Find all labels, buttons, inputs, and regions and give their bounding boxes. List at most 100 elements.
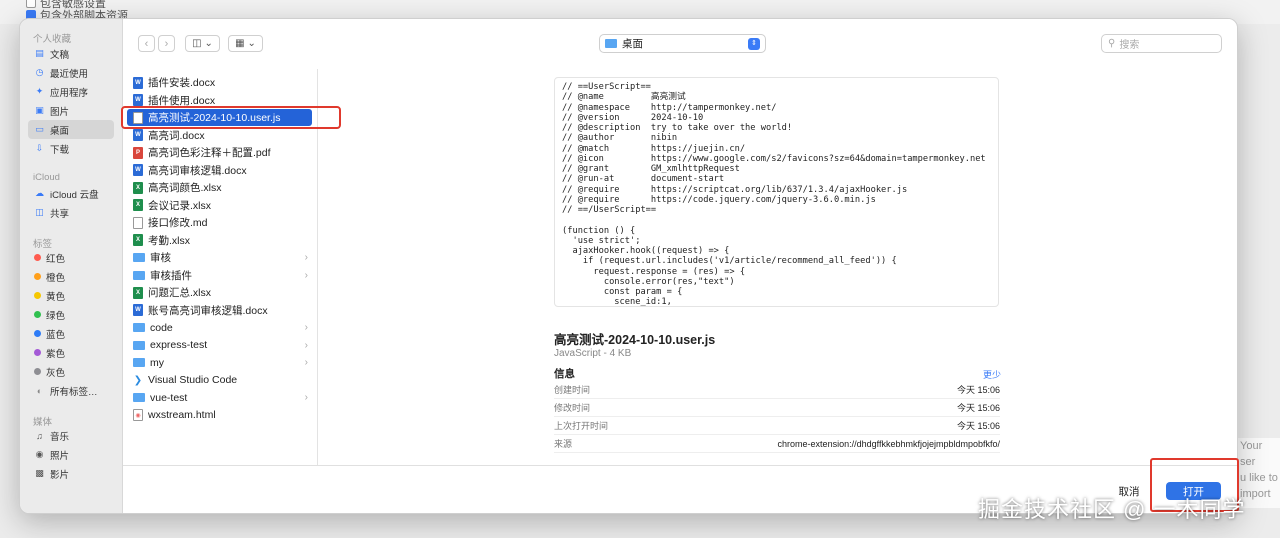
sidebar-item-downloads[interactable]: ⇩ 下载 bbox=[28, 139, 114, 158]
yellow-tag-dot-icon bbox=[34, 292, 41, 299]
group-view-button[interactable]: ▦ ⌄ bbox=[228, 35, 263, 52]
sidebar-item-tag-green[interactable]: 绿色 bbox=[28, 305, 114, 324]
file-name: 审核插件 bbox=[150, 269, 192, 282]
chevron-right-icon: › bbox=[304, 357, 308, 368]
bg-side-text: u like to bbox=[1240, 472, 1278, 484]
preview-file-title: 高亮测试-2024-10-10.user.js bbox=[554, 333, 716, 347]
sidebar-item-tag-gray[interactable]: 灰色 bbox=[28, 362, 114, 381]
sidebar-item-tag-purple[interactable]: 紫色 bbox=[28, 343, 114, 362]
sidebar: 个人收藏 ▤ 文稿 ◷ 最近使用 ✦ 应用程序 ▣ 图片 ▭ 桌面 ⇩ 下载 i… bbox=[20, 19, 123, 513]
excel-file-icon: X bbox=[133, 199, 143, 211]
file-name: vue-test bbox=[150, 391, 188, 404]
info-row-created: 创建时间 今天 15:06 bbox=[554, 381, 1000, 399]
excel-file-icon: X bbox=[133, 286, 143, 299]
file-name: 审核 bbox=[150, 252, 171, 264]
file-name: 插件安装.docx bbox=[148, 77, 216, 89]
file-row[interactable]: ◉ wxstream.html bbox=[127, 407, 312, 424]
folder-icon bbox=[133, 323, 145, 332]
folder-row[interactable]: express-test › bbox=[127, 337, 312, 354]
file-row[interactable]: X 高亮词颜色.xlsx bbox=[127, 179, 312, 196]
back-button[interactable]: ‹ bbox=[138, 35, 155, 52]
file-row[interactable]: X 会议记录.xlsx bbox=[127, 197, 312, 214]
sidebar-item-documents[interactable]: ▤ 文稿 bbox=[28, 44, 114, 63]
preview-pane: // ==UserScript== // @name 高亮测试 // @name… bbox=[318, 69, 1237, 465]
vscode-app-icon: ❯ bbox=[133, 374, 143, 386]
sidebar-item-icloud-drive[interactable]: ☁ iCloud 云盘 bbox=[28, 184, 114, 203]
file-name: 高亮词审核逻辑.docx bbox=[148, 164, 247, 177]
info-value: chrome-extension://dhdgffkkebhmkfjojejmp… bbox=[777, 438, 1000, 449]
folder-row[interactable]: vue-test › bbox=[127, 389, 312, 406]
sidebar-item-recents[interactable]: ◷ 最近使用 bbox=[28, 63, 114, 82]
sidebar-item-label: 橙色 bbox=[46, 272, 66, 284]
sidebar-item-music[interactable]: ♫ 音乐 bbox=[28, 426, 114, 445]
toolbar: ‹ › ◫ ⌄ ▦ ⌄ 桌面 ⇕ ⚲ 搜索 bbox=[123, 19, 1237, 67]
file-row[interactable]: X 考勤.xlsx bbox=[127, 232, 312, 249]
gray-tag-dot-icon bbox=[34, 368, 41, 375]
folder-icon bbox=[133, 393, 145, 402]
sidebar-item-pictures[interactable]: ▣ 图片 bbox=[28, 101, 114, 120]
show-less-link[interactable]: 更少 bbox=[983, 368, 1001, 381]
download-icon: ⇩ bbox=[35, 143, 44, 153]
file-name: 会议记录.xlsx bbox=[148, 199, 211, 212]
file-row[interactable]: W 高亮词.docx bbox=[127, 127, 312, 144]
chevron-right-icon: › bbox=[304, 252, 308, 263]
sidebar-item-label: 影片 bbox=[50, 469, 70, 481]
chevron-right-icon: › bbox=[304, 339, 308, 351]
sidebar-item-label: 最近使用 bbox=[50, 68, 89, 80]
file-name: my bbox=[150, 356, 164, 369]
sidebar-item-tag-yellow[interactable]: 黄色 bbox=[28, 286, 114, 305]
folder-icon bbox=[605, 39, 617, 48]
info-heading: 信息 bbox=[554, 368, 575, 380]
blue-tag-dot-icon bbox=[34, 330, 41, 337]
sidebar-item-tag-orange[interactable]: 橙色 bbox=[28, 267, 114, 286]
location-select[interactable]: 桌面 ⇕ bbox=[599, 34, 766, 53]
info-key: 创建时间 bbox=[554, 385, 591, 395]
sidebar-section-title: 个人收藏 bbox=[33, 34, 72, 45]
sidebar-item-tag-red[interactable]: 红色 bbox=[28, 248, 114, 267]
column-view-button[interactable]: ◫ ⌄ bbox=[185, 35, 220, 52]
search-placeholder: 搜索 bbox=[1119, 40, 1140, 51]
word-file-icon: W bbox=[133, 129, 143, 141]
file-name: 考勤.xlsx bbox=[148, 234, 190, 247]
file-name: express-test bbox=[150, 339, 208, 351]
chevron-down-icon: ⌄ bbox=[247, 38, 256, 49]
bg-side-text: import bbox=[1240, 488, 1271, 500]
sidebar-item-photos[interactable]: ◉ 照片 bbox=[28, 445, 114, 464]
tags-icon: ◐ bbox=[36, 385, 43, 396]
sidebar-item-all-tags[interactable]: ◐ 所有标签… bbox=[28, 381, 114, 400]
sidebar-item-applications[interactable]: ✦ 应用程序 bbox=[28, 82, 114, 101]
sidebar-item-tag-blue[interactable]: 蓝色 bbox=[28, 324, 114, 343]
excel-file-icon: X bbox=[133, 234, 143, 246]
file-row[interactable]: W 账号高亮词审核逻辑.docx bbox=[127, 302, 312, 319]
folder-row[interactable]: code › bbox=[127, 319, 312, 336]
app-row[interactable]: ❯ Visual Studio Code bbox=[127, 372, 312, 389]
folder-row[interactable]: 审核插件 › bbox=[127, 267, 312, 284]
sidebar-item-movies[interactable]: ▩ 影片 bbox=[28, 464, 114, 483]
file-name: 账号高亮词审核逻辑.docx bbox=[148, 304, 268, 317]
location-label: 桌面 bbox=[622, 38, 643, 50]
stepper-icon: ⇕ bbox=[748, 37, 760, 50]
word-file-icon: W bbox=[133, 94, 143, 106]
file-name: wxstream.html bbox=[148, 409, 216, 421]
file-row[interactable]: W 高亮词审核逻辑.docx bbox=[127, 162, 312, 179]
folder-row[interactable]: 审核 › bbox=[127, 249, 312, 266]
pdf-file-icon: P bbox=[133, 146, 143, 159]
folder-icon bbox=[133, 253, 145, 262]
file-row[interactable]: 接口修改.md bbox=[127, 214, 312, 231]
word-file-icon: W bbox=[133, 164, 143, 176]
chevron-right-icon: › bbox=[164, 37, 169, 50]
search-field[interactable]: ⚲ 搜索 bbox=[1101, 34, 1222, 53]
file-row[interactable]: X 问题汇总.xlsx bbox=[127, 284, 312, 301]
folder-row[interactable]: my › bbox=[127, 354, 312, 371]
file-row[interactable]: P 高亮词色彩注释＋配置.pdf bbox=[127, 144, 312, 161]
file-name: code bbox=[150, 321, 173, 334]
sidebar-item-label: 绿色 bbox=[46, 310, 66, 322]
sidebar-item-desktop[interactable]: ▭ 桌面 bbox=[28, 120, 114, 139]
file-name: 高亮词色彩注释＋配置.pdf bbox=[148, 147, 271, 159]
sidebar-item-shared[interactable]: ◫ 共享 bbox=[28, 203, 114, 222]
apps-icon: ✦ bbox=[35, 86, 44, 96]
forward-button[interactable]: › bbox=[158, 35, 175, 52]
code-preview: // ==UserScript== // @name 高亮测试 // @name… bbox=[554, 77, 999, 307]
file-row[interactable]: W 插件安装.docx bbox=[127, 74, 312, 91]
grid-icon: ▦ bbox=[235, 38, 245, 49]
